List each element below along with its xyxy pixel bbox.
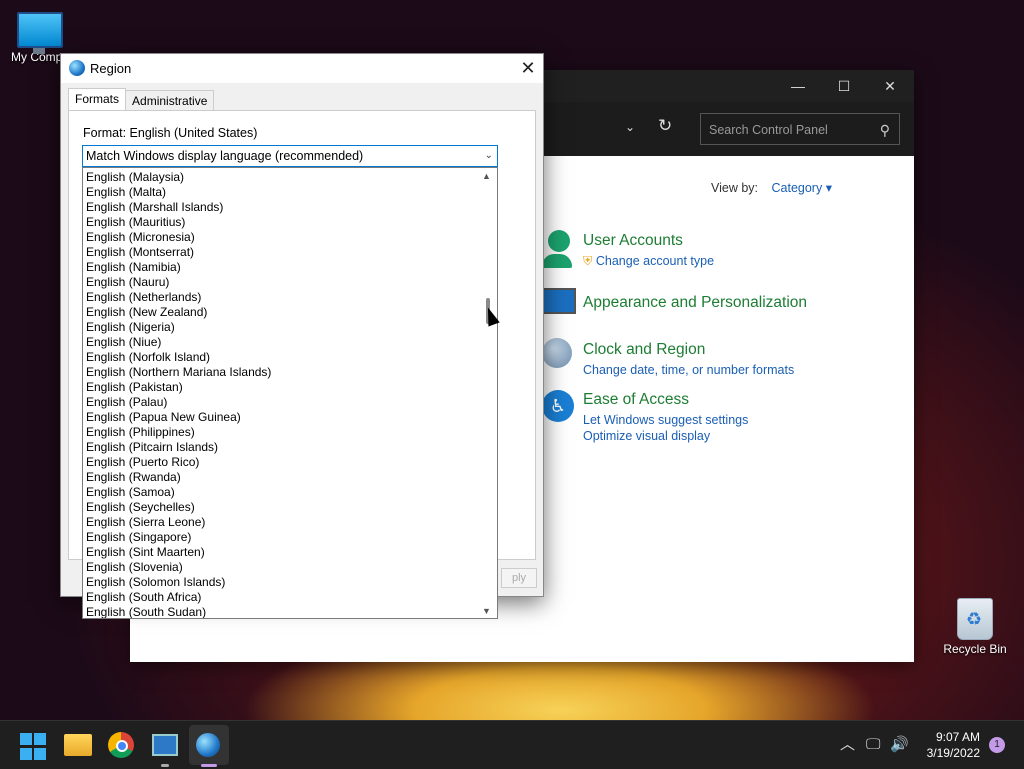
running-indicator (161, 764, 169, 767)
dropdown-option[interactable]: English (Slovenia) (85, 560, 271, 575)
dropdown-option[interactable]: English (Rwanda) (85, 470, 271, 485)
dropdown-option[interactable]: English (Palau) (85, 395, 271, 410)
monitor-icon (17, 12, 63, 54)
format-dropdown-list[interactable]: English (Malaysia) English (Malta) English… (82, 167, 498, 619)
file-explorer-icon[interactable] (64, 734, 92, 756)
scroll-down-icon[interactable]: ▼ (482, 606, 491, 616)
dropdown-option[interactable]: English (Malta) (85, 185, 271, 200)
dialog-title: Region (90, 61, 132, 76)
dropdown-option[interactable]: English (Malaysia) (85, 170, 271, 185)
tab-strip: Formats Administrative (68, 88, 215, 111)
option-list: English (Malaysia) English (Malta) English… (85, 170, 271, 618)
dropdown-option[interactable]: English (Sint Maarten) (85, 545, 271, 560)
dropdown-option[interactable]: English (Pakistan) (85, 380, 271, 395)
category-ease-of-access: Ease of Access Let Windows suggest setti… (583, 391, 748, 445)
category-title[interactable]: Clock and Region (583, 341, 794, 359)
scrollbar[interactable]: ▲ ▼ (480, 168, 497, 618)
close-button[interactable]: ✕ (513, 54, 543, 83)
control-panel-taskbar-icon[interactable] (152, 734, 178, 756)
dropdown-option[interactable]: English (Mauritius) (85, 215, 271, 230)
start-button[interactable] (20, 733, 48, 761)
dropdown-option[interactable]: English (Samoa) (85, 485, 271, 500)
chevron-down-icon[interactable]: ⌄ (485, 146, 493, 166)
taskbar: ︿ 🖵 🔊 9:07 AM 3/19/2022 1 (0, 720, 1024, 769)
category-title[interactable]: User Accounts (583, 232, 714, 250)
combo-value: Match Windows display language (recommen… (86, 149, 364, 163)
dropdown-option[interactable]: English (Nauru) (85, 275, 271, 290)
dropdown-option[interactable]: English (Papua New Guinea) (85, 410, 271, 425)
dropdown-option[interactable]: English (Solomon Islands) (85, 575, 271, 590)
dropdown-option[interactable]: English (Norfolk Island) (85, 350, 271, 365)
search-placeholder: Search Control Panel (709, 123, 828, 137)
dropdown-option[interactable]: English (South Sudan) (85, 605, 271, 618)
globe-icon (69, 60, 85, 76)
search-input[interactable]: Search Control Panel ⚲ (700, 113, 900, 145)
close-button[interactable]: ✕ (867, 70, 913, 102)
region-taskbar-icon[interactable] (196, 733, 220, 757)
dropdown-option[interactable]: English (Niue) (85, 335, 271, 350)
view-by-label: View by: (711, 181, 759, 195)
format-label: Format: English (United States) (83, 126, 258, 140)
view-by: View by: Category ▾ (711, 180, 832, 195)
category-link[interactable]: ⛨ Change account type (583, 254, 714, 269)
category-user-accounts: User Accounts ⛨ Change account type (583, 232, 714, 271)
network-icon[interactable]: 🖵 (866, 721, 880, 769)
category-appearance: Appearance and Personalization (583, 294, 807, 316)
dropdown-option[interactable]: English (Northern Mariana Islands) (85, 365, 271, 380)
category-title[interactable]: Appearance and Personalization (583, 294, 807, 312)
dropdown-option[interactable]: English (Seychelles) (85, 500, 271, 515)
dropdown-option[interactable]: English (Namibia) (85, 260, 271, 275)
category-link[interactable]: Change date, time, or number formats (583, 363, 794, 377)
chevron-up-icon[interactable]: ︿ (840, 721, 855, 769)
refresh-icon[interactable]: ↻ (658, 116, 672, 136)
view-by-dropdown[interactable]: Category ▾ (772, 181, 832, 195)
dropdown-option[interactable]: English (Singapore) (85, 530, 271, 545)
ease-of-access-icon: ♿ (542, 390, 576, 430)
search-icon[interactable]: ⚲ (880, 114, 890, 146)
volume-icon[interactable]: 🔊 (890, 721, 909, 769)
category-clock-region: Clock and Region Change date, time, or n… (583, 341, 794, 379)
dropdown-option[interactable]: English (Nigeria) (85, 320, 271, 335)
dropdown-option[interactable]: English (Micronesia) (85, 230, 271, 245)
format-combobox[interactable]: Match Windows display language (recommen… (82, 145, 498, 167)
chrome-icon[interactable] (108, 732, 134, 758)
dropdown-option[interactable]: English (Marshall Islands) (85, 200, 271, 215)
tab-administrative[interactable]: Administrative (125, 90, 215, 111)
dropdown-option[interactable]: English (Sierra Leone) (85, 515, 271, 530)
dropdown-option[interactable]: English (Montserrat) (85, 245, 271, 260)
clock-region-icon (542, 338, 576, 378)
dropdown-option[interactable]: English (Puerto Rico) (85, 455, 271, 470)
tab-formats[interactable]: Formats (68, 88, 127, 111)
category-title[interactable]: Ease of Access (583, 391, 748, 409)
shield-icon: ⛨ (583, 254, 593, 268)
chevron-down-icon[interactable]: ⌄ (625, 120, 635, 134)
dropdown-option[interactable]: English (Netherlands) (85, 290, 271, 305)
apply-button[interactable]: ply (501, 568, 537, 588)
minimize-button[interactable]: — (775, 70, 821, 102)
desktop-icon-recycle-bin[interactable]: ♻ Recycle Bin (935, 598, 1015, 656)
dropdown-option[interactable]: English (Pitcairn Islands) (85, 440, 271, 455)
dropdown-option[interactable]: English (Philippines) (85, 425, 271, 440)
clock[interactable]: 9:07 AM 3/19/2022 (927, 729, 980, 761)
scroll-up-icon[interactable]: ▲ (482, 171, 491, 181)
active-indicator (201, 764, 217, 767)
clock-date: 3/19/2022 (926, 746, 980, 760)
notification-badge[interactable]: 1 (989, 737, 1005, 753)
maximize-button[interactable]: ☐ (821, 70, 867, 102)
dialog-titlebar: Region ✕ (61, 54, 543, 83)
recycle-bin-icon: ♻ (957, 598, 993, 640)
dropdown-option[interactable]: English (New Zealand) (85, 305, 271, 320)
dropdown-option[interactable]: English (South Africa) (85, 590, 271, 605)
desktop-icon-label: Recycle Bin (943, 642, 1007, 656)
user-accounts-icon (542, 230, 576, 270)
category-link[interactable]: Let Windows suggest settings (583, 413, 748, 427)
appearance-icon (542, 288, 576, 328)
category-link[interactable]: Optimize visual display (583, 429, 748, 443)
clock-time: 9:07 AM (935, 730, 980, 744)
